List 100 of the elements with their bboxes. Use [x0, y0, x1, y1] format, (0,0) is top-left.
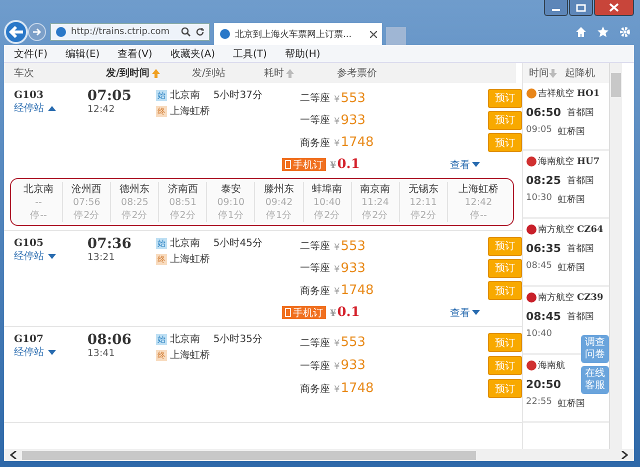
- column-header[interactable]: 时间: [529, 66, 557, 80]
- stop-duration: 停2分: [410, 209, 436, 222]
- mobile-price: ¥0.1: [330, 305, 361, 320]
- seat-class: 商务座: [299, 382, 330, 396]
- airline-name: 海南航: [538, 360, 565, 372]
- duration: 5小时35分: [213, 334, 262, 345]
- departure-time: 08:06: [87, 332, 132, 348]
- departure-time: 06:35: [526, 242, 562, 255]
- stop-station: 无锡东: [408, 182, 438, 196]
- airline-name: 吉祥航空: [538, 88, 574, 100]
- arrival-station: 上海虹桥: [170, 348, 210, 362]
- menu-item[interactable]: 编辑(E): [66, 46, 100, 60]
- seat-class: 二等座: [299, 92, 330, 106]
- fare-price: ¥933: [334, 112, 367, 128]
- menu-item[interactable]: 帮助(H): [284, 46, 320, 60]
- train-number: G105: [14, 238, 44, 249]
- seat-class: 二等座: [299, 336, 330, 350]
- arrival-station: 上海虹桥: [170, 252, 210, 266]
- stop-duration: 停2分: [362, 209, 388, 222]
- arrival-time: 13:21: [87, 252, 116, 263]
- arrival-time: 10:30: [526, 193, 552, 205]
- stop-station: 沧州西: [72, 182, 102, 196]
- flight-code: HO1: [577, 88, 600, 98]
- seat-class: 一等座: [299, 360, 330, 372]
- stop-time: 12:42: [464, 197, 492, 208]
- airline-name: 南方航空: [538, 292, 574, 304]
- menu-item[interactable]: 查看(V): [118, 46, 152, 60]
- arrival-airport: 虹桥国: [558, 398, 585, 410]
- start-station-badge: 始: [156, 334, 167, 344]
- stop-time: 08:25: [121, 197, 148, 208]
- browser-tab[interactable]: 北京到上海火车票网上订票...: [214, 23, 382, 45]
- fare-price: ¥933: [334, 260, 367, 276]
- end-station-badge: 终: [156, 350, 167, 360]
- stops-toggle-link[interactable]: 经停站: [14, 101, 88, 115]
- column-header: 发/到站: [192, 66, 226, 80]
- stop-duration: 停2分: [74, 209, 100, 222]
- flight-code: HU7: [577, 156, 600, 166]
- start-station-badge: 始: [156, 90, 167, 100]
- menu-item[interactable]: 工具(T): [233, 46, 267, 60]
- stop-time: 09:42: [265, 197, 293, 208]
- flight-code: CZ39: [577, 292, 604, 302]
- fare-price: ¥553: [334, 335, 367, 350]
- stop-duration: 停1分: [218, 209, 244, 222]
- column-header[interactable]: 发/到时间: [106, 66, 192, 80]
- arrival-time: 12:42: [87, 104, 116, 115]
- view-link[interactable]: 查看: [450, 158, 480, 172]
- view-link[interactable]: 查看: [450, 306, 480, 320]
- fare-price: ¥1748: [334, 135, 375, 150]
- stop-station: 蚌埠南: [312, 182, 342, 196]
- stop-station: 泰安: [220, 182, 241, 196]
- departure-station: 北京南: [170, 236, 200, 250]
- departure-airport: 首都国: [567, 174, 594, 187]
- departure-station: 北京南: [170, 332, 200, 346]
- stop-duration: 停2分: [122, 209, 148, 222]
- duration: 5小时37分: [213, 90, 262, 101]
- column-header[interactable]: 耗时: [264, 66, 337, 80]
- duration: 5小时45分: [213, 238, 262, 249]
- airline-name: 南方航空: [538, 224, 574, 236]
- seat-class: 商务座: [299, 136, 330, 150]
- arrival-airport: 虹桥国: [558, 194, 585, 206]
- column-header: 车次: [13, 66, 35, 80]
- stops-toggle-link[interactable]: 经停站: [14, 249, 88, 263]
- departure-time: 07:05: [87, 88, 132, 104]
- stop-station: 南京南: [360, 182, 390, 196]
- stop-duration: 停--: [30, 209, 47, 222]
- stops-toggle-link[interactable]: 经停站: [14, 345, 88, 359]
- stop-duration: 停--: [470, 209, 487, 222]
- menu-item[interactable]: 文件(F): [14, 46, 48, 60]
- stop-station: 北京南: [24, 182, 54, 196]
- stop-time: 12:11: [410, 197, 437, 208]
- flight-code: CZ64: [577, 224, 604, 234]
- arrival-time: 09:05: [526, 125, 552, 137]
- departure-time: 20:50: [526, 378, 562, 391]
- seat-class: 一等座: [299, 114, 330, 128]
- arrival-time: 13:41: [87, 348, 116, 359]
- arrival-station: 上海虹桥: [170, 104, 210, 118]
- end-station-badge: 终: [156, 254, 167, 264]
- departure-time: 08:25: [526, 174, 562, 187]
- departure-airport: 首都国: [567, 242, 594, 255]
- fare-price: ¥553: [334, 238, 367, 254]
- departure-airport: 首都国: [567, 106, 594, 119]
- menu-item[interactable]: 收藏夹(A): [170, 46, 215, 60]
- stop-station: 上海虹桥: [458, 182, 498, 196]
- stop-station: 济南西: [168, 182, 198, 196]
- fare-price: ¥933: [334, 358, 367, 373]
- stop-station: 德州东: [120, 182, 150, 196]
- departure-airport: 首都国: [567, 310, 594, 323]
- stop-time: --: [35, 197, 42, 208]
- stop-station: 滕州东: [264, 182, 294, 196]
- mobile-booking-badge: 手机订: [282, 158, 326, 172]
- end-station-badge: 终: [156, 106, 167, 116]
- column-header[interactable]: 起降机: [565, 66, 595, 80]
- fare-price: ¥1748: [334, 283, 375, 298]
- arrival-airport: 虹桥国: [558, 126, 585, 138]
- train-number: G103: [14, 90, 44, 101]
- address-bar[interactable]: http://trains.ctrip.com: [50, 22, 210, 40]
- stop-duration: 停2分: [314, 209, 340, 222]
- airline-name: 海南航空: [538, 156, 574, 168]
- stop-time: 07:56: [72, 197, 100, 208]
- seat-class: 二等座: [299, 240, 330, 254]
